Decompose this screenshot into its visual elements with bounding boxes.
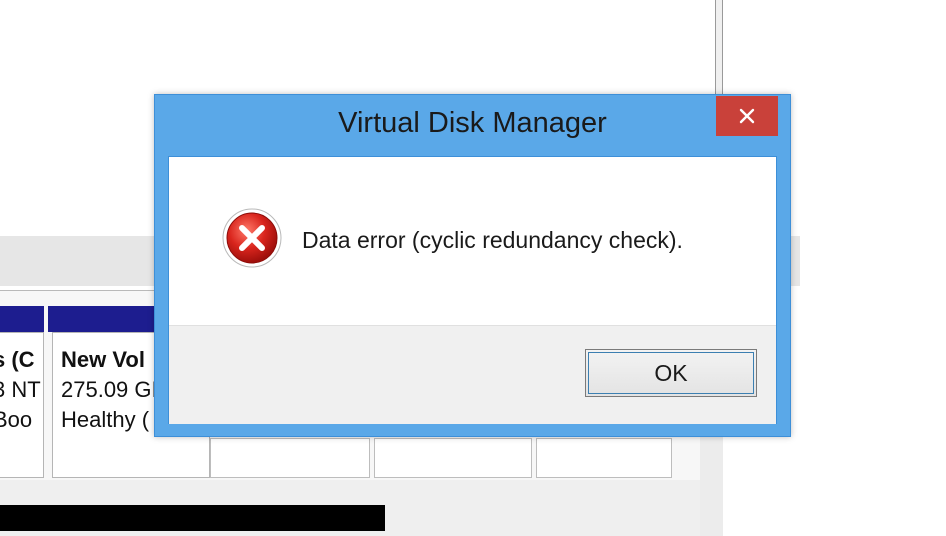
disk-bar: [0, 505, 385, 531]
error-message: Data error (cyclic redundancy check).: [302, 227, 683, 253]
error-icon: [222, 208, 282, 268]
volume-header-left: [0, 306, 44, 332]
volume-card-left[interactable]: s (C 3 NT Boo: [0, 332, 44, 478]
close-icon: [739, 108, 755, 124]
button-area: OK: [169, 325, 776, 424]
error-dialog: Virtual Disk Manager Data error (cyclic …: [154, 94, 791, 437]
volume-card[interactable]: [210, 438, 370, 478]
volume-status: Boo: [0, 407, 33, 432]
close-button[interactable]: [716, 96, 778, 136]
volume-card[interactable]: [536, 438, 672, 478]
ok-button[interactable]: OK: [585, 349, 757, 397]
dialog-title: Virtual Disk Manager: [338, 107, 607, 139]
volume-name: s (C: [0, 347, 35, 372]
message-area: Data error (cyclic redundancy check).: [169, 157, 776, 325]
volume-size: 3 NT: [0, 377, 41, 402]
volume-card[interactable]: [374, 438, 532, 478]
dialog-content: Data error (cyclic redundancy check). OK: [168, 156, 777, 424]
